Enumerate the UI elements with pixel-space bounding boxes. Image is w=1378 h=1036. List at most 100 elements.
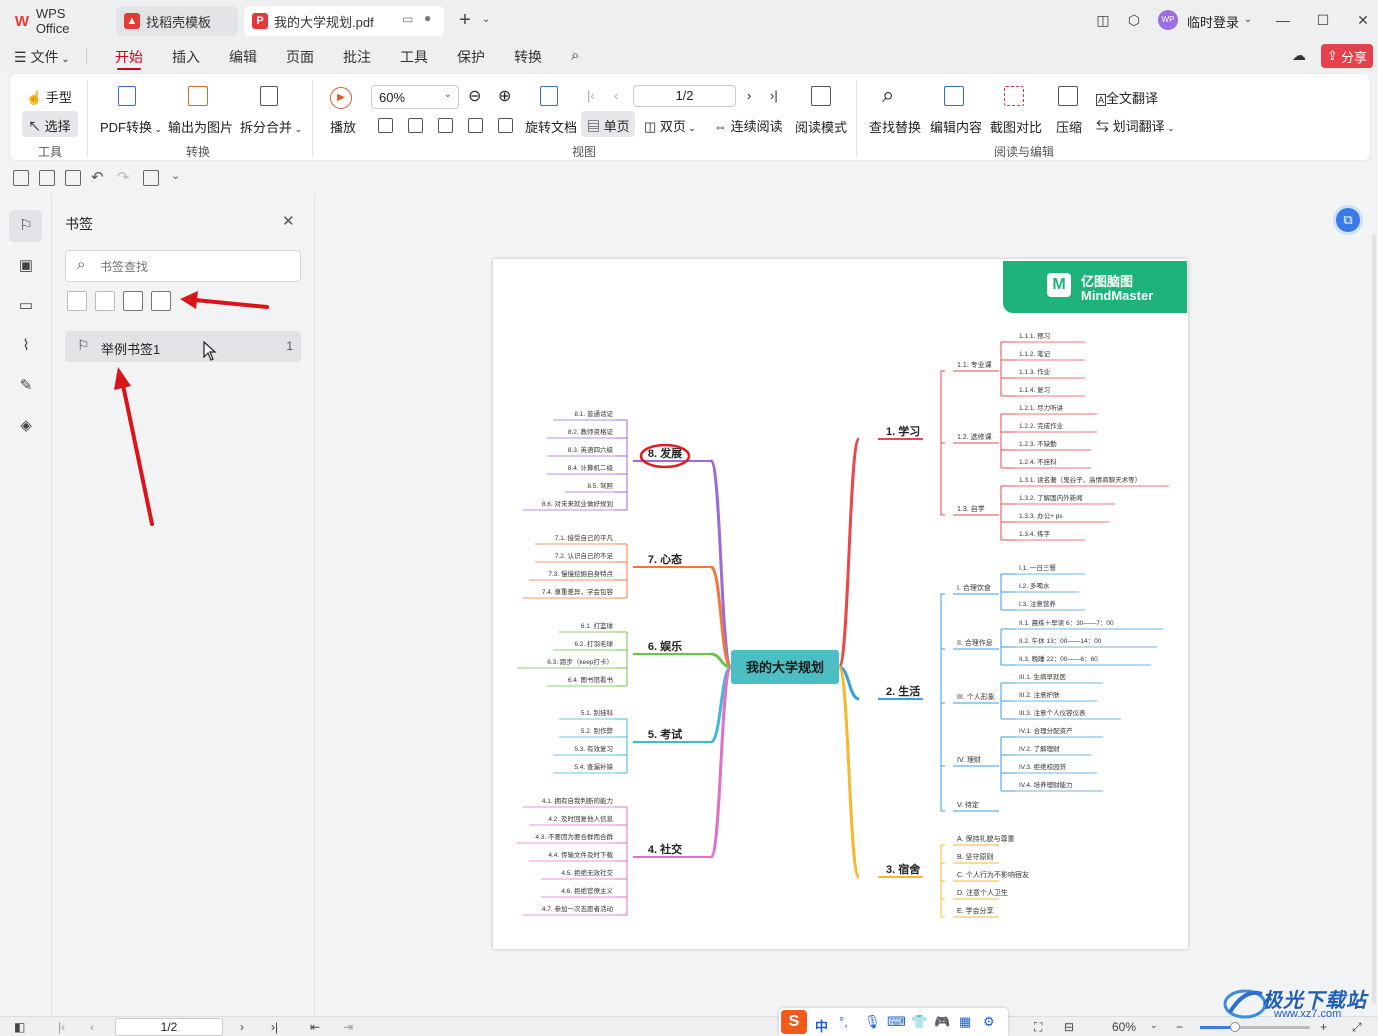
- next-page-icon[interactable]: ›: [240, 1020, 244, 1034]
- leaf-label: 1.3.1. 读名著（鬼谷子，高情商聊天术等）: [1019, 475, 1141, 484]
- apps-icon[interactable]: ▦: [959, 1014, 971, 1030]
- ime-mode[interactable]: 中: [815, 1016, 828, 1035]
- leaf-label: 4.3. 不要因为要合群而合群: [535, 832, 613, 841]
- main-branch-label: 5. 考试: [648, 727, 682, 741]
- main-branch-label: 1. 学习: [886, 424, 920, 438]
- main-branch-label: 3. 宿舍: [886, 862, 921, 876]
- status-bar: ◧ |‹ ‹ 1/2 › ›| ⇤ ⇥ ⛶ ⊟ 60% ⌄ − + ⤢: [0, 1016, 1378, 1036]
- leaf-label: 1.2.1. 尽力听讲: [1019, 403, 1064, 412]
- leaf-label: 1.3.3. 办公+ ps: [1019, 511, 1063, 520]
- sub-branch-label: D. 注意个人卫生: [957, 888, 1008, 897]
- leaf-label: 8.6. 对未来就业做好规划: [542, 499, 613, 508]
- leaf-label: II.3. 晚睡 22：00——6：60: [1019, 654, 1098, 663]
- sub-branch-label: II. 合理作息: [957, 638, 993, 647]
- sub-branch-label: 1.1. 专业课: [957, 360, 992, 369]
- sidebar-toggle-icon[interactable]: ◧: [14, 1020, 25, 1034]
- leaf-label: 7.3. 慢慢挖掘自身特点: [548, 569, 613, 578]
- leaf-label: 1.2.2. 完成作业: [1019, 421, 1064, 430]
- zoom-out-icon[interactable]: −: [1176, 1020, 1183, 1034]
- leaf-label: 1.1.1. 预习: [1019, 331, 1050, 340]
- leaf-label: III.2. 注意护肤: [1019, 690, 1060, 699]
- leaf-label: 4.5. 拒绝无效社交: [561, 868, 613, 877]
- center-topic: 我的大学规划: [746, 660, 824, 675]
- leaf-label: 4.4. 传输文件及时下载: [548, 850, 613, 859]
- last-page-icon[interactable]: ›|: [271, 1020, 278, 1034]
- red-arrow: [114, 367, 154, 526]
- leaf-label: 6.2. 打羽毛球: [574, 639, 613, 648]
- main-branch-label: 8. 发展: [648, 446, 683, 460]
- leaf-label: 7.2. 认识自己的不足: [555, 551, 614, 560]
- status-page-input[interactable]: 1/2: [115, 1018, 223, 1036]
- status-zoom[interactable]: 60%: [1112, 1020, 1136, 1034]
- game-icon[interactable]: 🎮: [934, 1014, 950, 1030]
- settings-icon[interactable]: ⚙: [983, 1014, 995, 1030]
- leaf-label: IV.3. 拒绝校园贷: [1019, 762, 1067, 771]
- leaf-label: 5.3. 有效复习: [574, 744, 613, 753]
- leaf-label: I.2. 多喝水: [1019, 581, 1050, 590]
- leaf-label: 1.2.4. 不挂科: [1019, 457, 1057, 466]
- leaf-label: I.1. 一日三餐: [1019, 563, 1056, 572]
- sogou-logo-icon[interactable]: S: [781, 1010, 807, 1034]
- leaf-label: III.1. 生病早就医: [1019, 672, 1066, 681]
- leaf-label: II.1. 晨练＋早读 6：30——7：00: [1019, 618, 1114, 627]
- skin-icon[interactable]: 👕: [911, 1014, 927, 1030]
- leaf-label: 5.2. 别作弊: [581, 726, 614, 735]
- leaf-label: II.2. 午休 13：00——14：00: [1019, 636, 1102, 645]
- leaf-label: III.3. 注意个人仪容仪表: [1019, 708, 1086, 717]
- leaf-label: 4.6. 拒绝官僚主义: [561, 886, 613, 895]
- first-page-icon[interactable]: |‹: [58, 1020, 65, 1034]
- leaf-label: 5.4. 查漏补缺: [574, 762, 613, 771]
- sub-branch-label: C. 个人行为不影响宿友: [957, 870, 1029, 879]
- prev-page-icon[interactable]: ‹: [90, 1020, 94, 1034]
- leaf-label: 6.1. 打篮球: [581, 621, 614, 630]
- site-watermark: 极光下载站 www.xz7.com: [1222, 980, 1374, 1024]
- keyboard-icon[interactable]: ⌨: [887, 1014, 906, 1030]
- leaf-label: 8.5. 驾照: [587, 481, 613, 490]
- leaf-label: 8.3. 英语四六级: [568, 445, 614, 454]
- ai-assistant-icon[interactable]: ⧉: [1333, 205, 1363, 235]
- leaf-label: 1.1.2. 笔记: [1019, 349, 1051, 358]
- pdf-page: M 亿图脑图 MindMaster 我的大学规划 1. 学习 1.1. 专业课 1.1…: [493, 259, 1188, 949]
- leaf-label: 4.2. 及时回复他人信息: [548, 814, 613, 823]
- scrollbar-track[interactable]: [1372, 234, 1376, 1004]
- fit-width-icon[interactable]: ⊟: [1064, 1020, 1074, 1034]
- sub-branch-label: I. 合理饮食: [957, 583, 991, 592]
- leaf-label: 8.2. 教师资格证: [568, 427, 614, 436]
- ime-toolbar: S 中 °, 🎙 ⌨ 👕 🎮 ▦ ⚙: [779, 1008, 1008, 1036]
- leaf-label: 6.3. 跑步（keep打卡）: [547, 657, 613, 666]
- sub-branch-label: A. 保持礼貌与尊重: [957, 834, 1015, 843]
- sub-branch-label: IV. 理财: [957, 755, 981, 764]
- back-icon[interactable]: ⇤: [310, 1020, 320, 1034]
- sub-branch-label: E. 学会分享: [957, 906, 994, 915]
- branch-line: [709, 459, 733, 669]
- sub-branch-label: 1.2. 选修课: [957, 432, 992, 441]
- leaf-label: IV.4. 培养理财能力: [1019, 780, 1073, 789]
- leaf-label: 1.1.4. 复习: [1019, 385, 1050, 394]
- sub-branch-label: V. 待定: [957, 800, 979, 809]
- punctuation-icon[interactable]: °,: [839, 1014, 848, 1029]
- main-branch-label: 2. 生活: [886, 684, 920, 698]
- leaf-label: 1.3.4. 练字: [1019, 529, 1051, 538]
- leaf-label: 1.2.3. 不缺勤: [1019, 439, 1057, 448]
- chevron-down-icon[interactable]: ⌄: [1150, 1020, 1158, 1031]
- watermark-url: www.xz7.com: [1274, 1008, 1342, 1020]
- red-arrow: [180, 291, 269, 309]
- leaf-label: 8.1. 普通话证: [574, 409, 613, 418]
- leaf-label: IV.2. 了解理财: [1019, 744, 1060, 753]
- branch-line: [837, 437, 861, 669]
- main-branch-label: 7. 心态: [648, 552, 682, 566]
- forward-icon[interactable]: ⇥: [343, 1020, 353, 1034]
- sub-branch-label: 1.3. 自学: [957, 504, 985, 513]
- leaf-label: 7.4. 尊重差异，学会包容: [542, 587, 614, 596]
- leaf-label: 4.1. 拥有自我判断的能力: [542, 796, 613, 805]
- main-branch-label: 4. 社交: [648, 842, 682, 856]
- fit-page-icon[interactable]: ⛶: [1034, 1020, 1042, 1035]
- microphone-icon[interactable]: 🎙: [864, 1014, 881, 1030]
- leaf-label: 1.1.3. 作业: [1019, 367, 1051, 376]
- leaf-label: 1.3.2. 了解国内外新闻: [1019, 493, 1083, 502]
- leaf-label: 5.1. 别挂科: [581, 708, 614, 717]
- sub-branch-label: III. 个人形象: [957, 692, 995, 701]
- leaf-label: 8.4. 计算机二级: [568, 463, 614, 472]
- zoom-slider[interactable]: [1200, 1022, 1310, 1032]
- leaf-label: I.3. 注意营养: [1019, 599, 1056, 608]
